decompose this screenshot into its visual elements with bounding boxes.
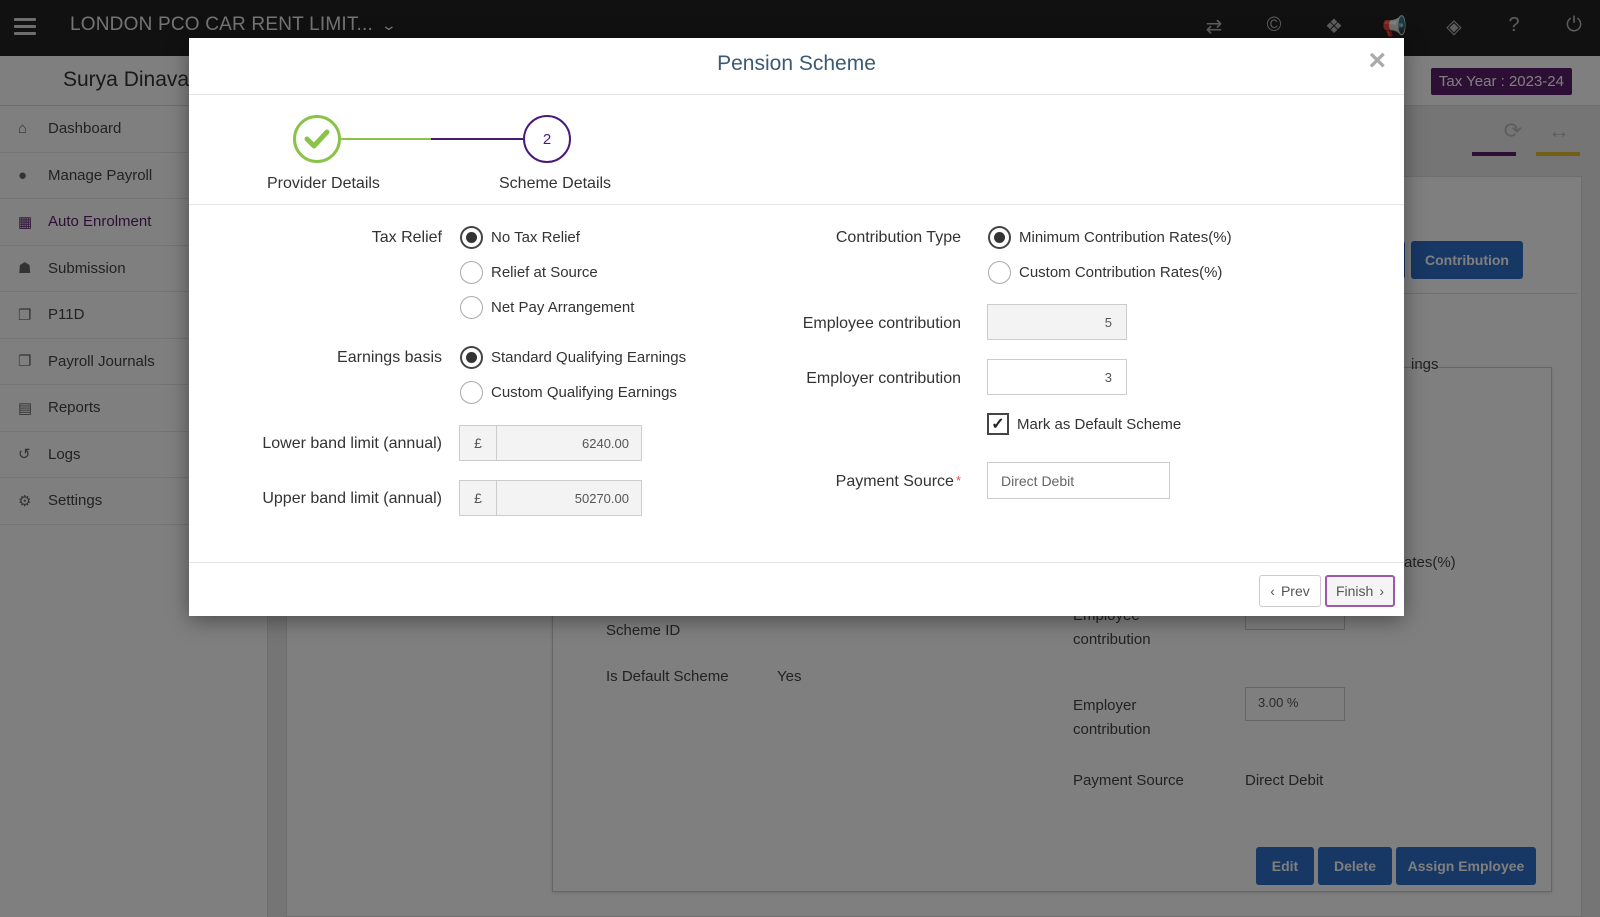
required-marker: * [955,473,961,488]
radio-no-tax-relief[interactable]: No Tax Relief [460,226,580,249]
employer-contribution-label: Employer contribution [806,370,961,387]
tax-relief-label: Tax Relief [371,229,442,246]
radio-dot [460,346,483,369]
radio-custom-contribution[interactable]: Custom Contribution Rates(%) [988,261,1222,284]
upper-band-input: 50270.00 [497,480,642,516]
radio-label: Standard Qualifying Earnings [491,349,687,366]
payment-source-text: Payment Source [835,473,954,490]
step-connector-current [431,138,523,140]
pension-scheme-modal: Pension Scheme × 2 Provider Details Sche… [189,38,1404,616]
radio-relief-at-source[interactable]: Relief at Source [460,261,598,284]
radio-label: Minimum Contribution Rates(%) [1019,229,1232,246]
employee-contribution-input: 5 [987,304,1127,340]
modal-title: Pension Scheme [717,52,876,75]
radio-dot [460,261,483,284]
wizard-steps: 2 Provider Details Scheme Details [189,95,1404,205]
employer-contribution-input[interactable]: 3 [987,359,1127,395]
step-scheme-details[interactable]: 2 [523,115,571,163]
radio-dot [988,226,1011,249]
radio-standard-qualifying[interactable]: Standard Qualifying Earnings [460,346,686,369]
radio-dot [460,226,483,249]
currency-addon: £ [459,425,497,461]
scheme-form: Tax Relief No Tax Relief Relief at Sourc… [189,205,1404,563]
step-provider-details[interactable] [293,115,341,163]
finish-button[interactable]: Finish › [1325,575,1395,607]
radio-label: Custom Contribution Rates(%) [1019,264,1223,281]
radio-label: No Tax Relief [491,229,580,246]
step-connector-complete [341,138,431,140]
default-scheme-checkbox[interactable]: ✓ Mark as Default Scheme [987,413,1181,435]
earnings-basis-label: Earnings basis [337,349,442,366]
check-icon [304,129,330,149]
modal-header: Pension Scheme × [189,38,1404,95]
upper-band-field: £ 50270.00 [459,480,642,516]
radio-minimum-contribution[interactable]: Minimum Contribution Rates(%) [988,226,1232,249]
radio-dot [460,296,483,319]
currency-addon: £ [459,480,497,516]
checkmark-icon: ✓ [987,413,1009,435]
radio-label: Relief at Source [491,264,598,281]
lower-band-input: 6240.00 [497,425,642,461]
default-scheme-label: Mark as Default Scheme [1017,415,1182,433]
finish-label: Finish [1335,583,1374,599]
radio-net-pay-arrangement[interactable]: Net Pay Arrangement [460,296,634,319]
radio-dot [460,381,483,404]
chevron-right-icon: › [1379,583,1385,599]
close-icon[interactable]: × [1368,44,1386,78]
upper-band-label: Upper band limit (annual) [262,490,442,507]
radio-label: Custom Qualifying Earnings [491,384,677,401]
lower-band-label: Lower band limit (annual) [262,435,442,452]
step-label-scheme: Scheme Details [499,175,612,192]
payment-source-input[interactable]: Direct Debit [987,462,1170,499]
prev-button[interactable]: ‹ Prev [1259,575,1321,607]
employee-contribution-label: Employee contribution [802,315,961,332]
step-label-provider: Provider Details [267,175,380,192]
chevron-left-icon: ‹ [1270,583,1275,599]
radio-dot [988,261,1011,284]
prev-label: Prev [1280,583,1310,599]
payment-source-label: Payment Source * [836,473,961,491]
lower-band-field: £ 6240.00 [459,425,642,461]
radio-label: Net Pay Arrangement [491,299,635,316]
radio-custom-qualifying[interactable]: Custom Qualifying Earnings [460,381,677,404]
contribution-type-label: Contribution Type [835,229,961,246]
modal-footer: ‹ Prev Finish › [189,563,1404,615]
